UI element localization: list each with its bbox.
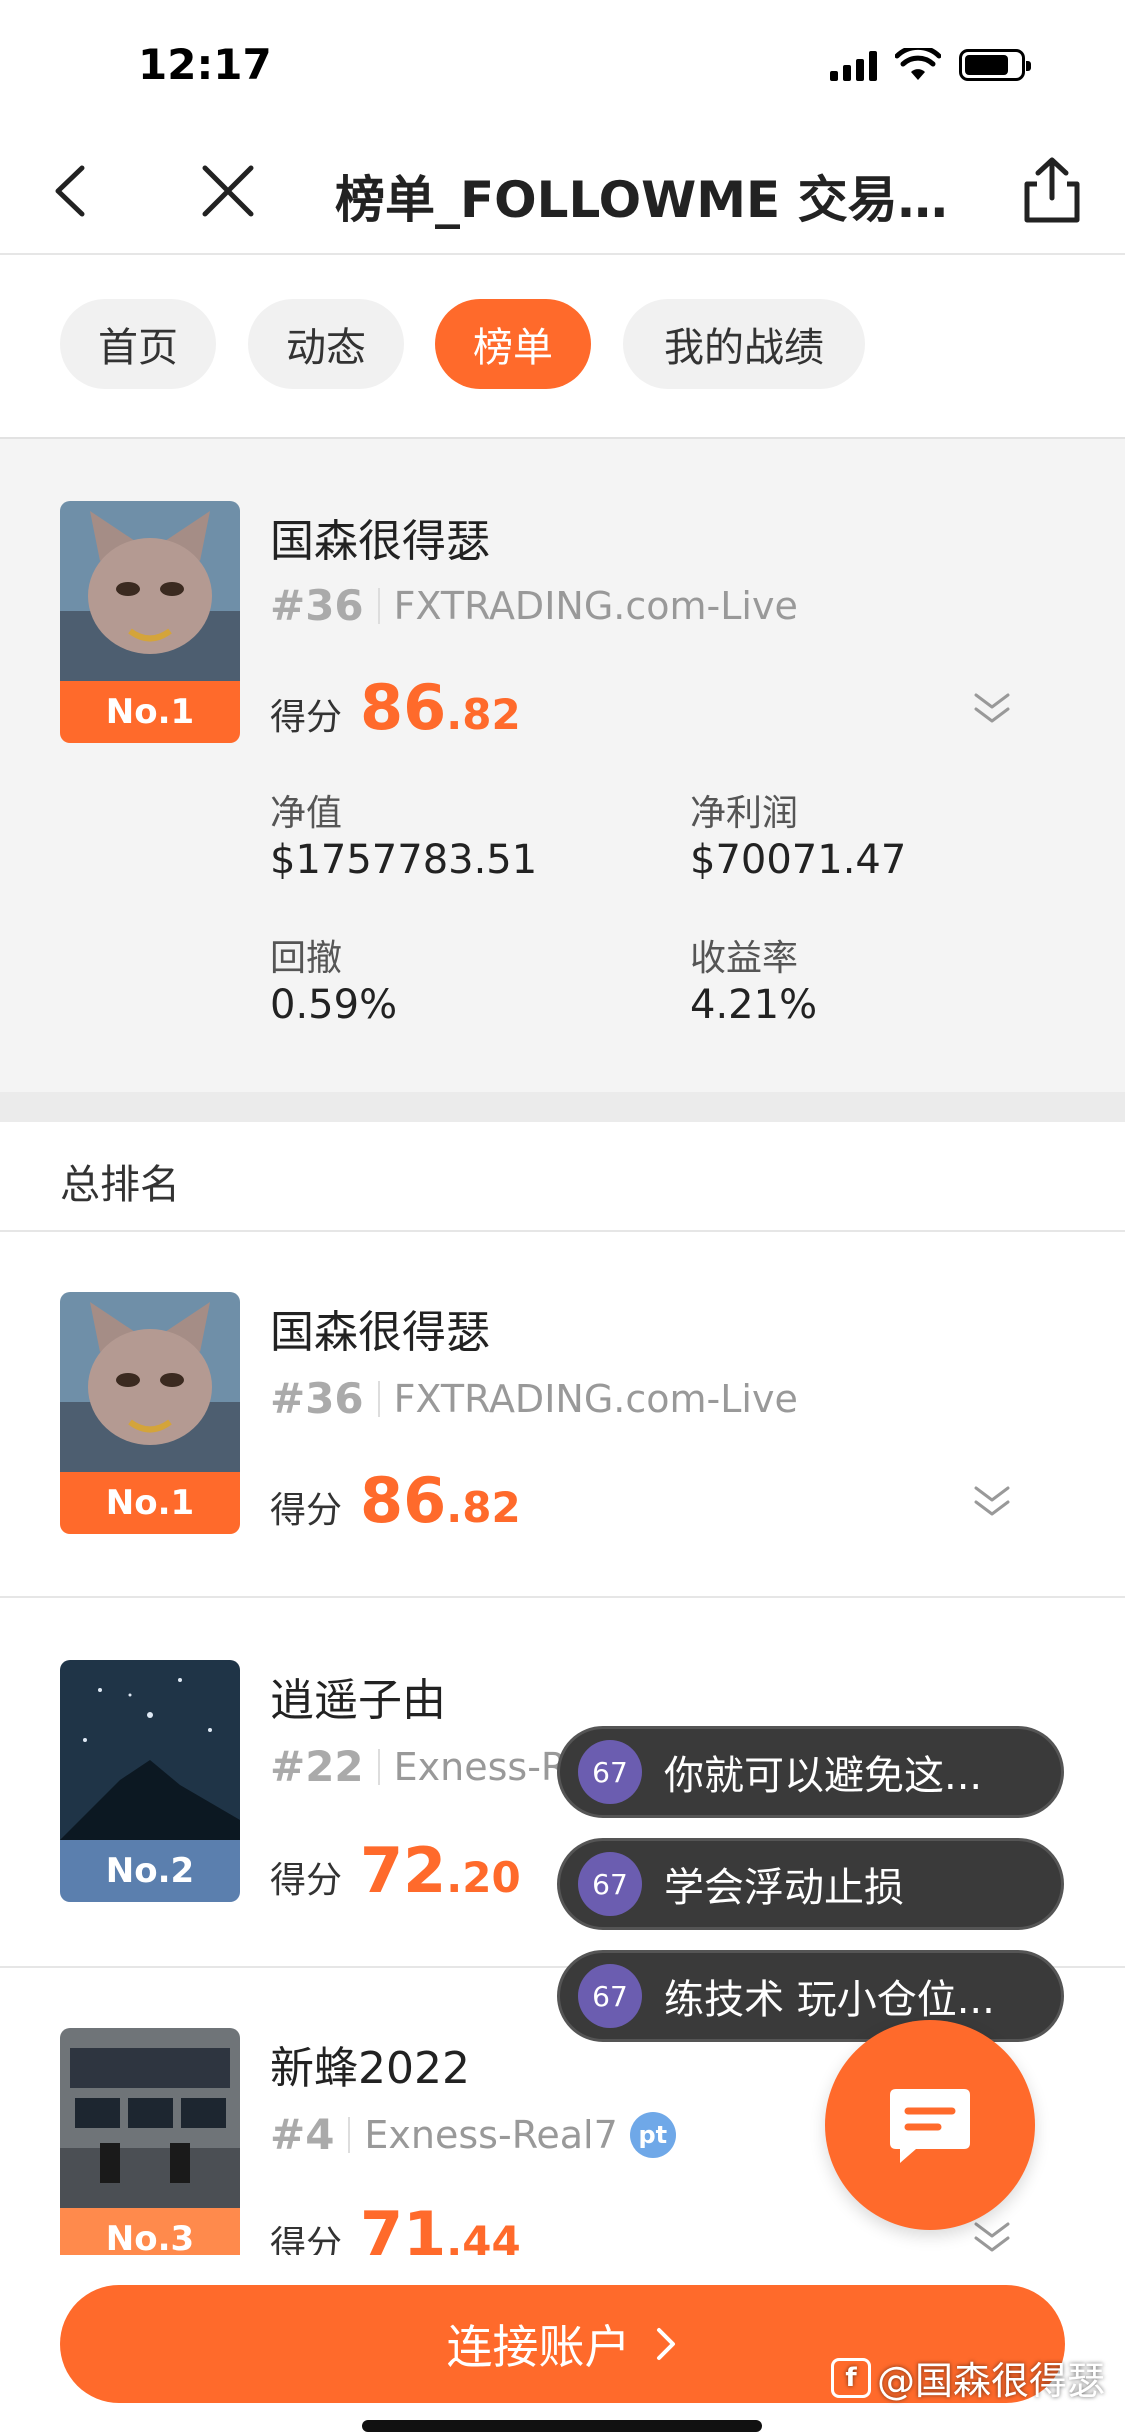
night-sky-avatar-image xyxy=(60,1660,240,1840)
rank-badge: No.2 xyxy=(60,1840,240,1902)
cellular-signal-icon xyxy=(830,49,877,81)
trader-meta: #36 FXTRADING.com-Live xyxy=(270,581,798,630)
cat-avatar-image xyxy=(60,1292,240,1472)
drawdown-label: 回撤 xyxy=(270,938,343,979)
rank-badge: No.3 xyxy=(60,2208,240,2255)
drawdown-value: 0.59% xyxy=(270,982,398,1028)
trader-rank-number: #36 xyxy=(270,1374,364,1423)
equity-label: 净值 xyxy=(270,793,343,834)
server-name: Exness-Real7 xyxy=(364,2112,618,2157)
comment-count-badge: 67 xyxy=(578,1740,642,1804)
trader-rank-number: #36 xyxy=(270,581,364,630)
avatar[interactable]: No.1 xyxy=(60,1292,240,1534)
section-header: 总排名 xyxy=(0,1122,1125,1232)
bottom-bar: 连接账户 f @国森很得瑟 xyxy=(0,2255,1125,2436)
back-icon[interactable] xyxy=(40,158,106,224)
comment-text: 你就可以避免这... xyxy=(664,1753,983,1799)
score-row: 得分 71 .44 xyxy=(270,2198,521,2255)
list-item[interactable]: No.1 国森很得瑟 #36 FXTRADING.com-Live 得分 86 … xyxy=(0,1232,1125,1598)
divider xyxy=(377,1748,380,1785)
tab-dynamics[interactable]: 动态 xyxy=(248,299,404,389)
score-row: 得分 72 .20 xyxy=(270,1834,521,1907)
trader-name[interactable]: 国森很得瑟 xyxy=(270,505,490,569)
section-divider xyxy=(0,1092,1125,1122)
server-name: FXTRADING.com-Live xyxy=(393,1376,798,1421)
avatar[interactable]: No.1 xyxy=(60,501,240,743)
wifi-icon xyxy=(895,48,941,80)
rank-badge: No.1 xyxy=(60,681,240,743)
score-integer: 72 xyxy=(360,1834,447,1907)
chevron-right-icon xyxy=(656,2328,675,2360)
chevron-down-icon[interactable] xyxy=(972,689,1012,729)
comment-count-badge: 67 xyxy=(578,1964,642,2028)
comment-bubble[interactable]: 67 你就可以避免这... xyxy=(557,1726,1064,1818)
tab-my-record[interactable]: 我的战绩 xyxy=(623,299,865,389)
score-label: 得分 xyxy=(270,1860,343,1901)
trader-name[interactable]: 国森很得瑟 xyxy=(270,1296,490,1360)
share-icon[interactable] xyxy=(1019,154,1085,226)
status-icons xyxy=(830,48,1031,82)
trader-name[interactable]: 新蜂2022 xyxy=(270,2032,470,2096)
trader-rank-number: #4 xyxy=(270,2110,335,2159)
chevron-down-icon[interactable] xyxy=(972,2218,1012,2255)
chat-icon xyxy=(890,2089,970,2163)
tab-home[interactable]: 首页 xyxy=(60,299,216,389)
comment-bubble[interactable]: 67 学会浮动止损 xyxy=(557,1838,1064,1930)
status-bar: 12:17 xyxy=(0,0,1125,130)
trading-room-avatar-image xyxy=(60,2028,240,2208)
score-decimal: .82 xyxy=(446,1483,521,1532)
comment-text: 练技术 玩小仓位... xyxy=(664,1977,995,2023)
score-decimal: .20 xyxy=(446,1853,521,1902)
score-label: 得分 xyxy=(270,2224,343,2255)
trader-name[interactable]: 逍遥子由 xyxy=(270,1664,446,1728)
status-time: 12:17 xyxy=(138,40,272,89)
return-label: 收益率 xyxy=(690,938,799,979)
comment-count-badge: 67 xyxy=(578,1852,642,1916)
score-decimal: .44 xyxy=(446,2217,521,2255)
featured-trader-card[interactable]: No.1 国森很得瑟 #36 FXTRADING.com-Live 得分 86 … xyxy=(0,437,1125,1092)
watermark-text: @国森很得瑟 xyxy=(876,2359,1105,2403)
section-title: 总排名 xyxy=(60,1162,180,1208)
rank-badge: No.1 xyxy=(60,1472,240,1534)
server-name: FXTRADING.com-Live xyxy=(393,583,798,628)
equity-value: $1757783.51 xyxy=(270,837,538,883)
chat-button[interactable] xyxy=(825,2020,1035,2230)
tab-bar: 首页 动态 榜单 我的战绩 xyxy=(0,257,1125,437)
cat-avatar-image xyxy=(60,501,240,681)
avatar[interactable]: No.2 xyxy=(60,1660,240,1902)
score-integer: 86 xyxy=(360,1464,447,1537)
trader-meta: #36 FXTRADING.com-Live xyxy=(270,1374,798,1423)
score-row: 得分 86 .82 xyxy=(270,1464,521,1537)
connect-account-label: 连接账户 xyxy=(446,2320,631,2374)
return-value: 4.21% xyxy=(690,982,818,1028)
home-indicator xyxy=(362,2420,762,2432)
score-row: 得分 86 .82 xyxy=(270,671,521,744)
score-integer: 71 xyxy=(360,2198,447,2255)
score-label: 得分 xyxy=(270,1490,343,1531)
score-integer: 86 xyxy=(360,671,447,744)
divider xyxy=(377,587,380,624)
divider xyxy=(348,2116,351,2153)
comment-bubble[interactable]: 67 练技术 玩小仓位... xyxy=(557,1950,1064,2042)
score-decimal: .82 xyxy=(446,690,521,739)
trader-rank-number: #22 xyxy=(270,1742,364,1791)
battery-icon xyxy=(959,49,1031,81)
chevron-down-icon[interactable] xyxy=(972,1482,1012,1522)
page-title: 榜单_FOLLOWME 交易社区 xyxy=(335,171,975,229)
watermark: f @国森很得瑟 xyxy=(830,2350,1105,2405)
close-icon[interactable] xyxy=(195,158,261,224)
profit-label: 净利润 xyxy=(690,793,799,834)
tab-leaderboard[interactable]: 榜单 xyxy=(435,299,591,389)
divider xyxy=(377,1380,380,1417)
trader-meta: #4 Exness-Real7 pt xyxy=(270,2110,676,2159)
profit-value: $70071.47 xyxy=(690,837,907,883)
comment-text: 学会浮动止损 xyxy=(664,1865,904,1911)
avatar[interactable]: No.3 xyxy=(60,2028,240,2255)
pt-badge-icon: pt xyxy=(629,2111,676,2158)
nav-bar: 榜单_FOLLOWME 交易社区 xyxy=(0,130,1125,255)
platform-logo-icon: f xyxy=(830,2357,871,2398)
score-label: 得分 xyxy=(270,697,343,738)
